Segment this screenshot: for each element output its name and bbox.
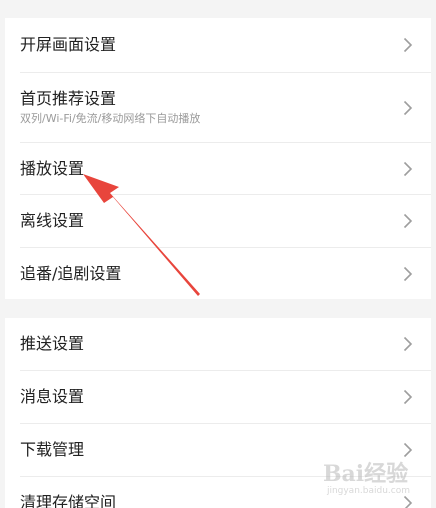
setting-sublabel: 双列/Wi-Fi/免流/移动网络下自动播放 [20, 112, 201, 125]
chevron-right-icon [403, 266, 413, 281]
setting-label: 清理存储空间 [20, 493, 117, 508]
settings-page: 开屏画面设置 首页推荐设置 双列/Wi-Fi/免流/移动网络下自动播放 播放设置… [0, 0, 436, 508]
setting-label: 播放设置 [20, 158, 85, 178]
chevron-right-icon [403, 336, 413, 352]
setting-row-splash-screen[interactable]: 开屏画面设置 [5, 18, 431, 72]
setting-row-home-recommend[interactable]: 首页推荐设置 双列/Wi-Fi/免流/移动网络下自动播放 [5, 73, 431, 142]
setting-row-push[interactable]: 推送设置 [5, 318, 431, 370]
chevron-right-icon [403, 161, 413, 176]
setting-label: 下载管理 [20, 440, 85, 459]
setting-label: 消息设置 [20, 387, 85, 406]
chevron-right-icon [403, 37, 413, 53]
chevron-right-icon [403, 389, 413, 405]
setting-row-follow-anime[interactable]: 追番/追剧设置 [5, 248, 431, 299]
setting-row-messages[interactable]: 消息设置 [5, 371, 431, 423]
settings-group-system: 推送设置 消息设置 下载管理 清理存储空间 [5, 318, 431, 508]
chevron-right-icon [403, 442, 413, 458]
setting-label: 开屏画面设置 [20, 35, 117, 54]
setting-row-downloads[interactable]: 下载管理 [5, 424, 431, 476]
setting-label: 推送设置 [20, 334, 85, 353]
setting-row-offline[interactable]: 离线设置 [5, 195, 431, 247]
setting-label: 追番/追剧设置 [20, 263, 122, 283]
chevron-right-icon [403, 100, 413, 115]
chevron-right-icon [403, 495, 413, 508]
setting-row-clear-storage[interactable]: 清理存储空间 [5, 477, 431, 508]
chevron-right-icon [403, 213, 413, 229]
setting-label: 离线设置 [20, 211, 85, 230]
setting-row-playback[interactable]: 播放设置 [5, 143, 431, 194]
setting-label: 首页推荐设置 [20, 89, 117, 108]
settings-group-display: 开屏画面设置 首页推荐设置 双列/Wi-Fi/免流/移动网络下自动播放 播放设置… [5, 18, 431, 299]
